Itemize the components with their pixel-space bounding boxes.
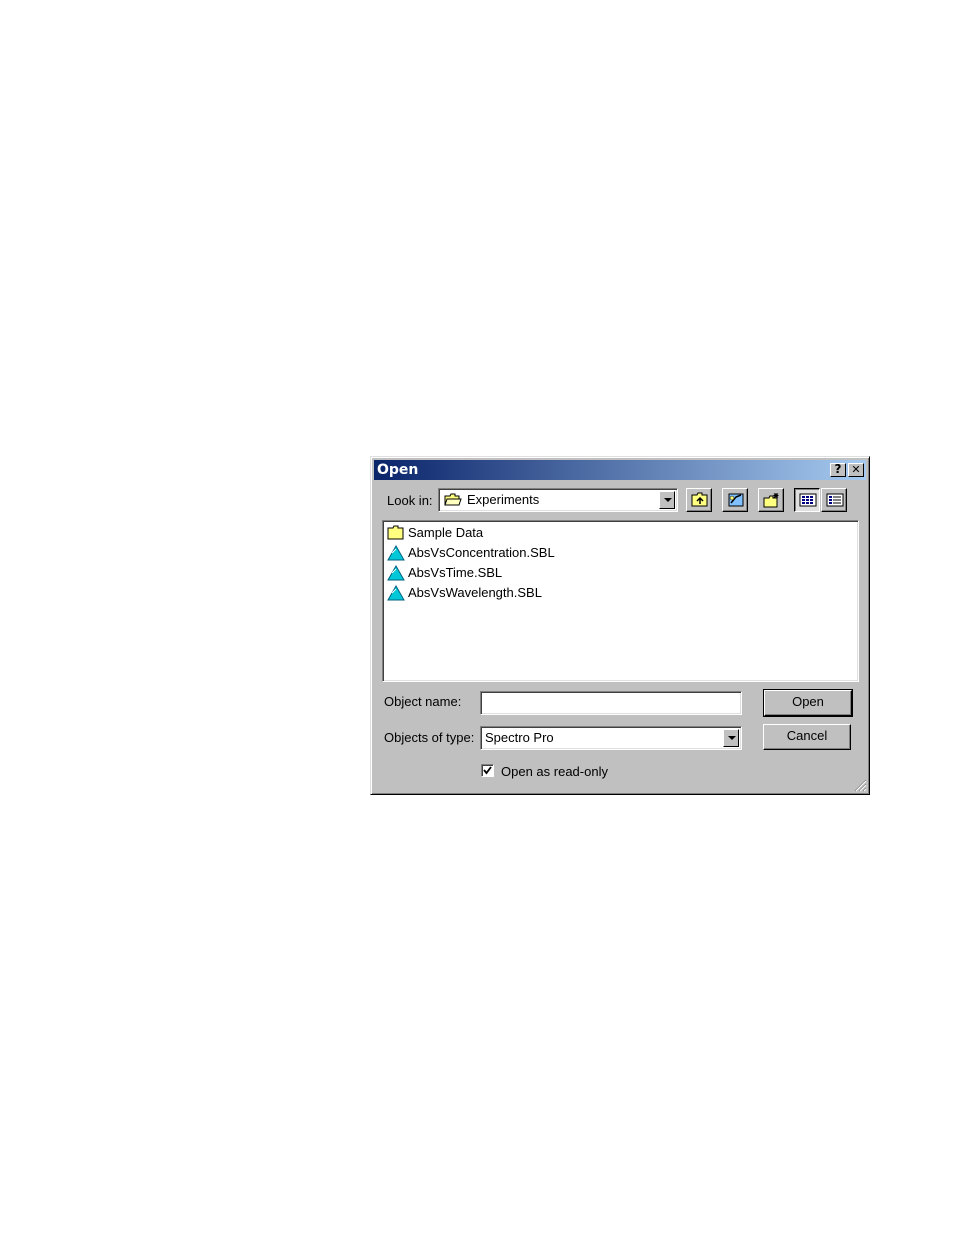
- look-in-value: Experiments: [467, 492, 540, 507]
- list-view-icon: [799, 493, 817, 507]
- cancel-button[interactable]: Cancel: [763, 724, 851, 750]
- list-item-label: Sample Data: [408, 525, 484, 540]
- list-item-label: AbsVsTime.SBL: [408, 565, 503, 580]
- objects-of-type-dropdown-arrow[interactable]: [723, 729, 739, 747]
- look-in-dropdown-arrow[interactable]: [659, 491, 675, 509]
- list-item-label: AbsVsConcentration.SBL: [408, 545, 555, 560]
- help-button[interactable]: ?: [830, 463, 846, 477]
- desktop-button[interactable]: [722, 488, 748, 512]
- objects-of-type-label: Objects of type:: [384, 730, 475, 745]
- list-view-button[interactable]: [794, 488, 820, 512]
- title-bar[interactable]: Open ? ✕: [374, 460, 866, 480]
- look-in-combo[interactable]: Experiments: [438, 488, 678, 512]
- open-button[interactable]: Open: [763, 689, 853, 717]
- look-in-label: Look in:: [387, 493, 433, 508]
- list-item-label: AbsVsWavelength.SBL: [408, 585, 542, 600]
- objects-of-type-select[interactable]: Spectro Pro: [480, 726, 742, 750]
- details-view-icon: [826, 493, 844, 507]
- read-only-label: Open as read-only: [501, 764, 608, 779]
- checkmark-icon: [483, 766, 492, 775]
- dialog-title: Open: [377, 462, 419, 478]
- open-folder-icon: [444, 493, 462, 506]
- experiment-file-icon: [387, 565, 405, 581]
- new-folder-button[interactable]: [758, 488, 784, 512]
- experiment-file-icon: [387, 585, 405, 601]
- details-view-button[interactable]: [821, 488, 847, 512]
- experiment-file-icon: [387, 545, 405, 561]
- new-folder-icon: [763, 493, 779, 508]
- object-name-label: Object name:: [384, 694, 462, 709]
- close-button[interactable]: ✕: [848, 463, 864, 477]
- desktop-icon: [728, 493, 744, 507]
- open-dialog: Open ? ✕ Look in: Experiments Sample Dat…: [370, 456, 870, 795]
- up-one-level-button[interactable]: [686, 488, 712, 512]
- object-name-input[interactable]: [480, 691, 742, 715]
- file-list[interactable]: Sample Data AbsVsConcentration.SBL AbsVs…: [382, 520, 859, 682]
- read-only-checkbox[interactable]: [481, 764, 494, 777]
- objects-of-type-value: Spectro Pro: [485, 730, 554, 745]
- folder-icon: [387, 525, 404, 540]
- resize-grip-icon[interactable]: [853, 778, 867, 792]
- close-icon: ✕: [851, 463, 861, 476]
- up-one-level-icon: [691, 492, 708, 507]
